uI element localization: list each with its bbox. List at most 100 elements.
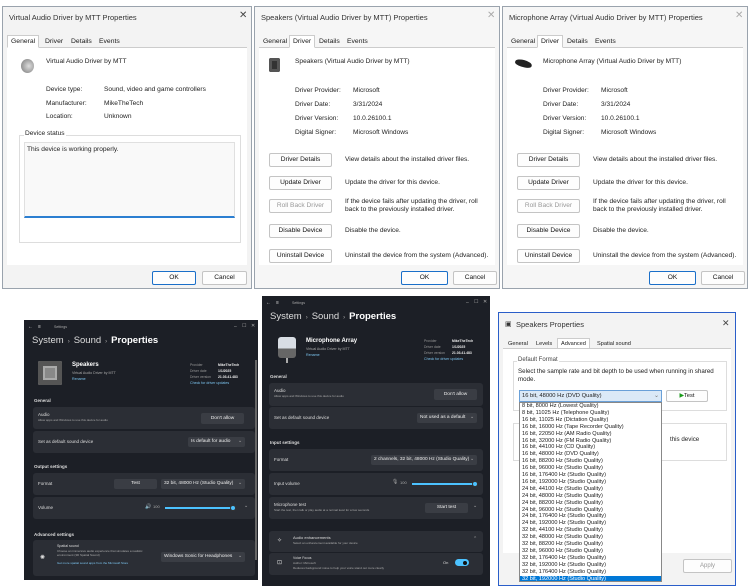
start-test-button[interactable]: Start test	[425, 503, 468, 513]
device-status-textbox[interactable]: This device is working properly.	[24, 142, 235, 218]
close-icon[interactable]: ✕	[735, 10, 743, 21]
format-option[interactable]: 24 bit, 44100 Hz (Studio Quality)	[520, 486, 661, 493]
format-dropdown[interactable]: 2 channels, 32 bit, 48000 Hz (Studio Qua…	[371, 455, 477, 465]
format-option[interactable]: 16 bit, 32000 Hz (FM Radio Quality)	[520, 438, 661, 445]
tab-general[interactable]: General	[507, 35, 539, 48]
test-button[interactable]: ▶Test	[666, 390, 708, 402]
breadcrumb-item[interactable]: System	[270, 311, 302, 322]
format-option[interactable]: 32 bit, 176400 Hz (Studio Quality)	[520, 569, 661, 576]
check-driver-updates-link[interactable]: Check for driver updates	[424, 357, 463, 361]
status-group-label: Device status	[24, 130, 66, 137]
driver-action-button[interactable]: Uninstall Device	[269, 249, 332, 263]
ok-button[interactable]: OK	[152, 271, 196, 285]
rename-link[interactable]: Rename	[306, 353, 320, 357]
format-option[interactable]: 8 bit, 8000 Hz (Lowest Quality)	[520, 403, 661, 410]
format-option[interactable]: 16 bit, 88200 Hz (Studio Quality)	[520, 458, 661, 465]
tab-events[interactable]: Events	[95, 35, 124, 48]
close-icon[interactable]: ✕	[239, 10, 247, 21]
close-icon[interactable]: ✕	[483, 299, 487, 305]
format-option[interactable]: 32 bit, 88200 Hz (Studio Quality)	[520, 541, 661, 548]
format-option[interactable]: 32 bit, 192000 Hz (Studio Quality)	[520, 575, 661, 581]
format-option[interactable]: 24 bit, 176400 Hz (Studio Quality)	[520, 513, 661, 520]
chevron-down-icon[interactable]: ⌄	[473, 503, 477, 509]
dont-allow-button[interactable]: Don't allow	[201, 413, 244, 424]
driver-action-button[interactable]: Driver Details	[269, 153, 332, 167]
field-label: Driver Provider:	[295, 87, 341, 94]
spatial-sound-dropdown[interactable]: Windows Sonic for Headphones ⌄	[161, 552, 245, 562]
menu-icon[interactable]: ≡	[276, 300, 279, 306]
check-driver-updates-link[interactable]: Check for driver updates	[190, 381, 229, 385]
back-icon[interactable]: ←	[266, 300, 271, 306]
cancel-button[interactable]: Cancel	[202, 271, 247, 285]
maximize-icon[interactable]: ☐	[474, 299, 478, 305]
menu-icon[interactable]: ≡	[38, 324, 41, 330]
voice-focus-toggle[interactable]	[455, 559, 469, 566]
driver-action-button[interactable]: Update Driver	[269, 176, 332, 190]
chevron-down-icon[interactable]: ⌄	[244, 503, 248, 509]
test-button[interactable]: Test	[114, 479, 157, 489]
driver-action-button[interactable]: Update Driver	[517, 176, 580, 190]
tab-events[interactable]: Events	[343, 35, 372, 48]
rename-link[interactable]: Rename	[72, 377, 86, 381]
chevron-up-icon[interactable]: ⌃	[473, 536, 477, 542]
format-option[interactable]: 8 bit, 11025 Hz (Telephone Quality)	[520, 410, 661, 417]
cancel-button[interactable]: Cancel	[701, 271, 745, 285]
breadcrumb-item[interactable]: Sound	[312, 311, 339, 322]
minimize-icon[interactable]: –	[466, 300, 469, 306]
driver-action-button[interactable]: Disable Device	[517, 224, 580, 238]
driver-action-desc: Disable the device.	[345, 227, 401, 234]
minimize-icon[interactable]: –	[234, 324, 237, 330]
format-option[interactable]: 24 bit, 88200 Hz (Studio Quality)	[520, 500, 661, 507]
breadcrumb-item[interactable]: Sound	[74, 335, 101, 346]
tab-details[interactable]: Details	[563, 35, 592, 48]
breadcrumb-item[interactable]: System	[32, 335, 64, 346]
format-option[interactable]: 16 bit, 96000 Hz (Studio Quality)	[520, 465, 661, 472]
volume-slider-track[interactable]	[165, 507, 233, 509]
format-option[interactable]: 32 bit, 96000 Hz (Studio Quality)	[520, 548, 661, 555]
close-icon[interactable]: ✕	[251, 323, 255, 329]
tab-driver[interactable]: Driver	[289, 35, 316, 48]
format-option[interactable]: 24 bit, 96000 Hz (Studio Quality)	[520, 507, 661, 514]
format-option[interactable]: 16 bit, 48000 Hz (DVD Quality)	[520, 451, 661, 458]
format-option[interactable]: 24 bit, 48000 Hz (Studio Quality)	[520, 493, 661, 500]
default-device-dropdown[interactable]: Is default for audio ⌄	[188, 437, 245, 447]
back-icon[interactable]: ←	[28, 324, 33, 330]
ok-button[interactable]: OK	[649, 271, 696, 285]
format-options-list[interactable]: 8 bit, 8000 Hz (Lowest Quality) 8 bit, 11…	[519, 402, 662, 582]
format-option[interactable]: 16 bit, 11025 Hz (Dictation Quality)	[520, 417, 661, 424]
format-option[interactable]: 16 bit, 22050 Hz (AM Radio Quality)	[520, 431, 661, 438]
tab-details[interactable]: Details	[67, 35, 96, 48]
format-option[interactable]: 16 bit, 44100 Hz (CD Quality)	[520, 444, 661, 451]
tab-driver[interactable]: Driver	[537, 35, 564, 48]
scrollbar[interactable]	[255, 360, 257, 560]
default-device-dropdown[interactable]: Not used as a default ⌄	[417, 413, 477, 423]
cancel-button[interactable]: Cancel	[453, 271, 497, 285]
tab-driver[interactable]: Driver	[41, 35, 67, 48]
dont-allow-button[interactable]: Don't allow	[434, 389, 477, 400]
tab-events[interactable]: Events	[591, 35, 620, 48]
tab-general[interactable]: General	[7, 35, 40, 48]
format-option[interactable]: 16 bit, 176400 Hz (Studio Quality)	[520, 472, 661, 479]
maximize-icon[interactable]: ☐	[242, 323, 246, 329]
format-option[interactable]: 32 bit, 44100 Hz (Studio Quality)	[520, 527, 661, 534]
volume-slider-thumb[interactable]	[230, 504, 236, 511]
format-option[interactable]: 24 bit, 192000 Hz (Studio Quality)	[520, 520, 661, 527]
format-option[interactable]: 32 bit, 192000 Hz (Studio Quality)	[520, 562, 661, 569]
format-dropdown[interactable]: 32 bit, 48000 Hz (Studio Quality) ⌄	[161, 479, 245, 489]
format-option[interactable]: 16 bit, 192000 Hz (Studio Quality)	[520, 479, 661, 486]
driver-action-button[interactable]: Driver Details	[517, 153, 580, 167]
driver-action-button[interactable]: Uninstall Device	[517, 249, 580, 263]
tab-details[interactable]: Details	[315, 35, 344, 48]
spatial-store-link[interactable]: Get more spatial sound apps from the Mic…	[57, 561, 152, 565]
driver-action-button[interactable]: Disable Device	[269, 224, 332, 238]
volume-slider-thumb[interactable]	[472, 480, 478, 487]
format-select[interactable]: 16 bit, 48000 Hz (DVD Quality) ⌄	[519, 390, 662, 402]
format-option[interactable]: 32 bit, 176400 Hz (Studio Quality)	[520, 555, 661, 562]
close-icon[interactable]: ✕	[722, 318, 730, 329]
close-icon[interactable]: ✕	[487, 10, 495, 21]
tab-general[interactable]: General	[259, 35, 291, 48]
volume-slider-track[interactable]	[412, 483, 475, 485]
format-option[interactable]: 32 bit, 48000 Hz (Studio Quality)	[520, 534, 661, 541]
ok-button[interactable]: OK	[401, 271, 448, 285]
format-option[interactable]: 16 bit, 16000 Hz (Tape Recorder Quality)	[520, 424, 661, 431]
